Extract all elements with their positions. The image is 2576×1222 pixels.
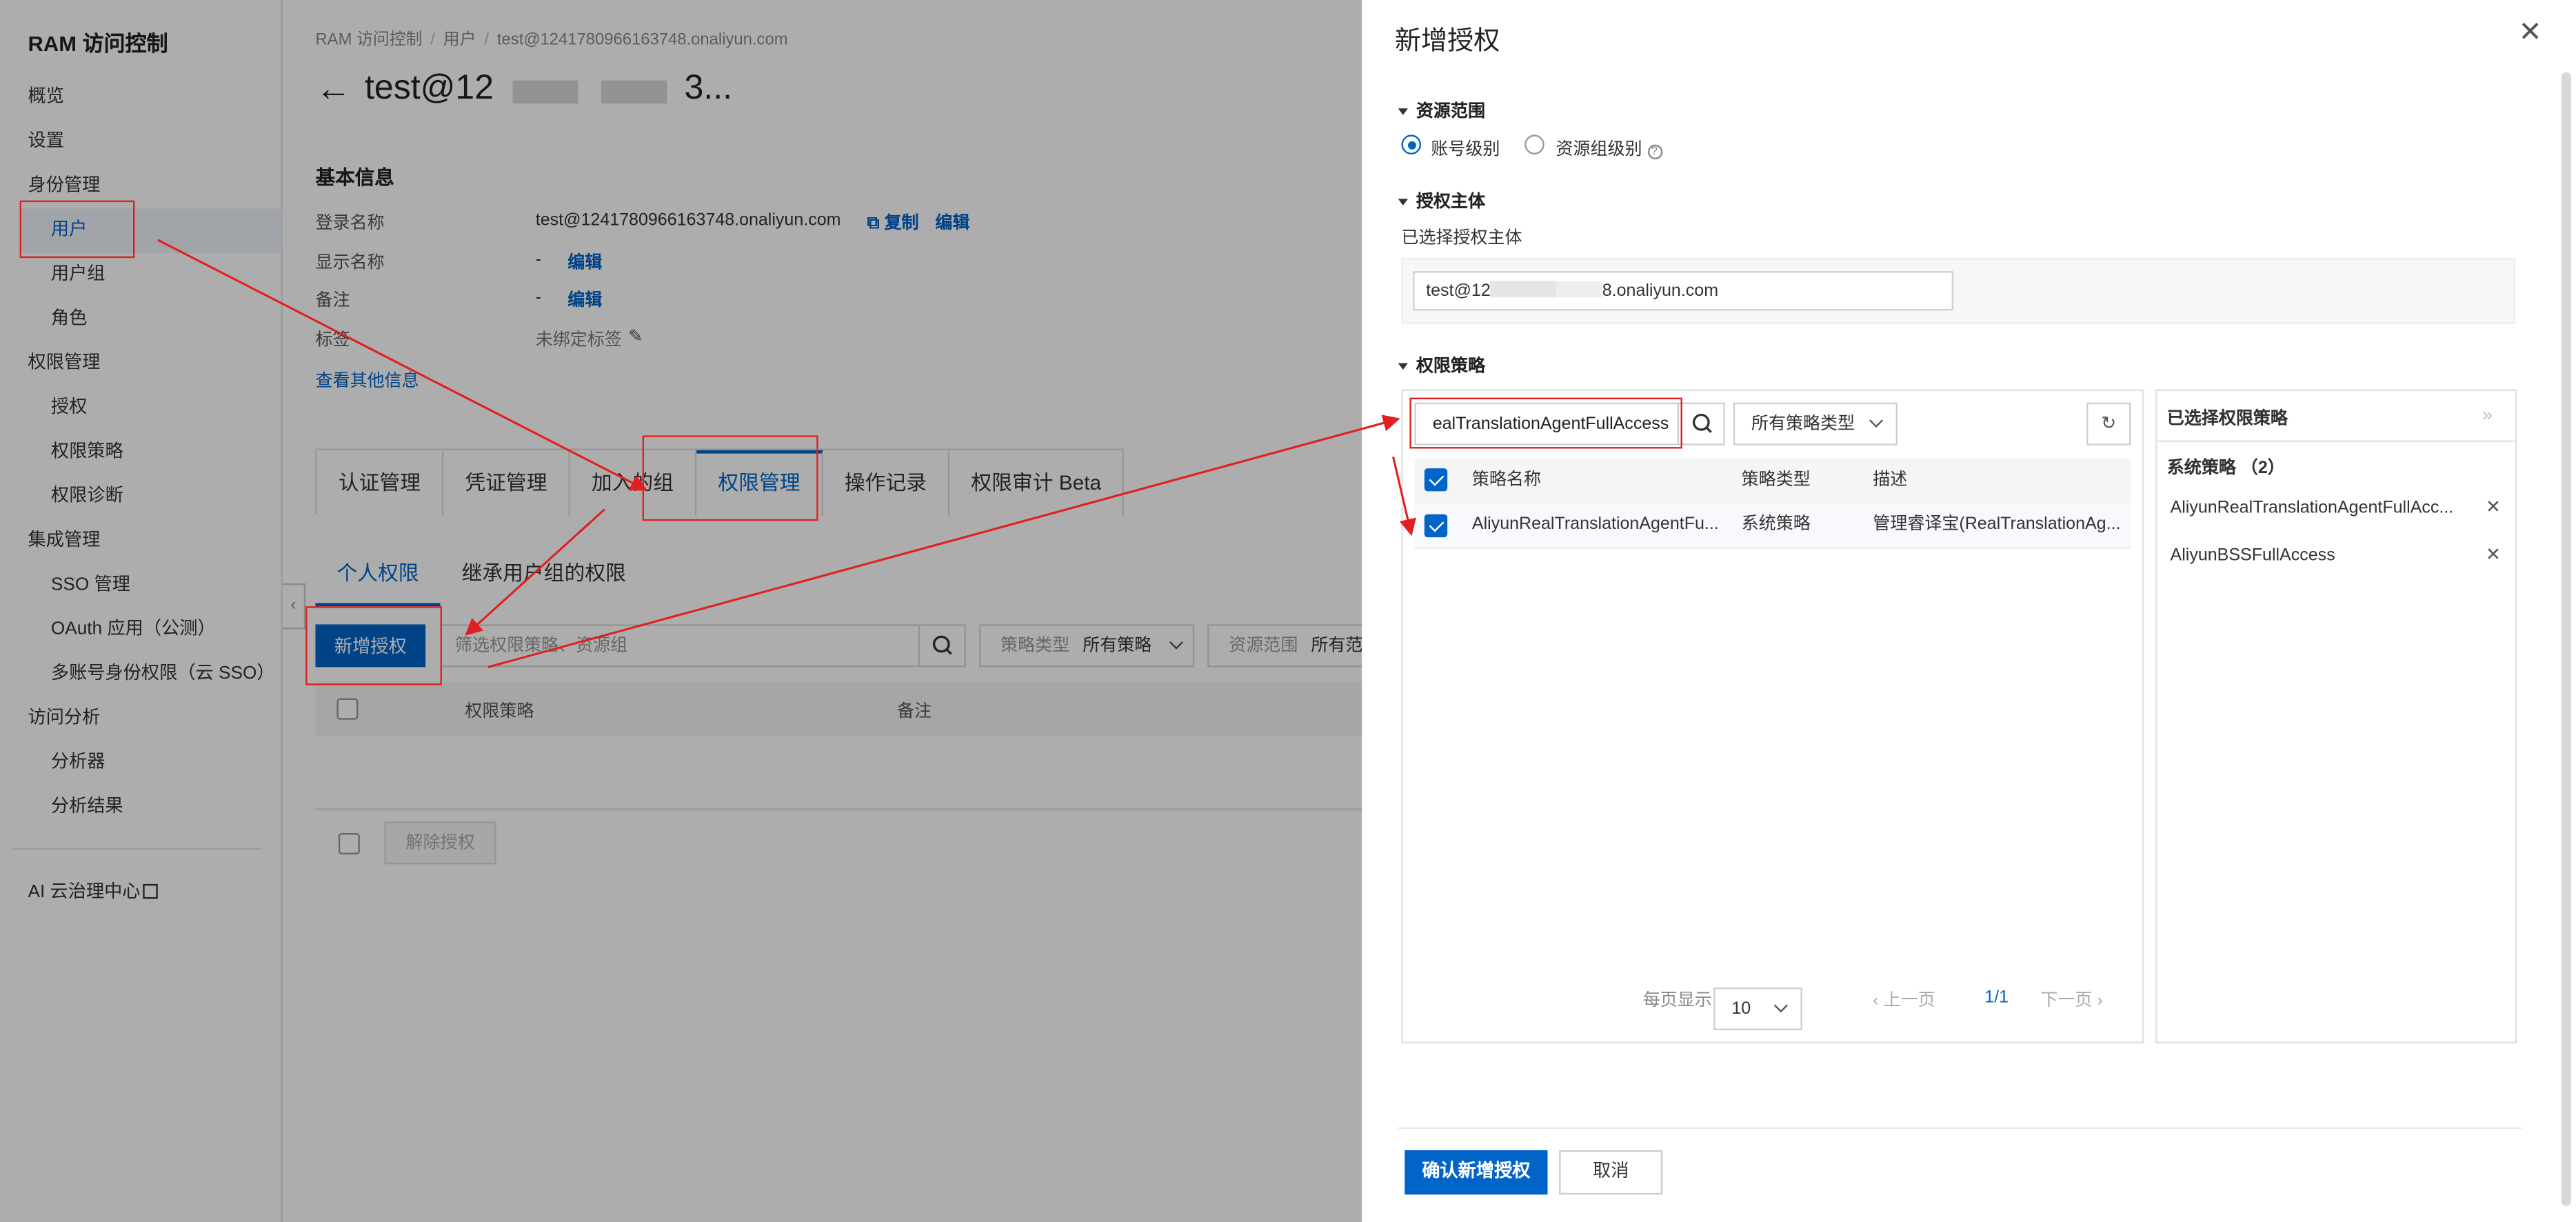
chevron-down-icon: [1773, 999, 1788, 1013]
scope-group-text: 资源组级别: [1556, 139, 1642, 160]
principal-heading-label: 授权主体: [1416, 192, 1485, 212]
column-policy-name: 策略名称: [1471, 470, 1541, 490]
next-label: 下一页: [2040, 990, 2093, 1011]
selected-panel-divider: [2157, 440, 2515, 442]
search-icon: [1692, 413, 1712, 433]
confirm-authorization-button[interactable]: 确认新增授权: [1405, 1150, 1548, 1195]
per-page-label: 每页显示: [1642, 990, 1712, 1011]
scope-account-radio[interactable]: [1401, 134, 1422, 154]
close-icon[interactable]: ✕: [2519, 17, 2542, 50]
resource-scope-heading-label: 资源范围: [1416, 101, 1485, 122]
page-indicator: 1/1: [1984, 988, 2009, 1008]
policy-type-select-value: 所有策略类型: [1751, 414, 1855, 434]
per-page-value: 10: [1731, 999, 1751, 1019]
annotation-box-add-button: [305, 606, 442, 685]
policy-search-button[interactable]: [1677, 402, 1725, 445]
scrollbar[interactable]: [2561, 72, 2571, 1206]
row-checkbox[interactable]: [1424, 514, 1448, 538]
annotation-box-search: [1409, 397, 1682, 449]
scope-group-label: 资源组级别?: [1556, 137, 1662, 161]
expand-icon[interactable]: »: [2482, 406, 2493, 426]
policy-type-select[interactable]: 所有策略类型: [1733, 402, 1898, 445]
remove-icon[interactable]: ✕: [2486, 497, 2501, 518]
policy-heading-label: 权限策略: [1416, 357, 1485, 377]
resource-scope-heading: 资源范围: [1398, 99, 1485, 123]
selected-policy-item: AliyunRealTranslationAgentFullAcc...: [2170, 497, 2454, 518]
refresh-icon: ↻: [2101, 414, 2117, 434]
policy-heading: 权限策略: [1398, 353, 1485, 378]
annotation-box-users: [19, 200, 135, 259]
chevron-right-icon: ›: [2092, 990, 2103, 1011]
scope-account-label: 账号级别: [1431, 139, 1500, 160]
principal-selected-label: 已选择授权主体: [1401, 228, 1522, 248]
selected-policies-heading: 已选择权限策略: [2166, 409, 2288, 429]
principal-heading: 授权主体: [1398, 189, 1485, 214]
drawer-title: 新增授权: [1394, 28, 1500, 57]
principal-prefix: test@12: [1426, 281, 1491, 301]
annotation-box-permission-tab: [642, 435, 818, 521]
redacted-block: [1490, 281, 1557, 298]
row-policy-type: 系统策略: [1741, 514, 1811, 534]
footer-divider: [1398, 1127, 2522, 1129]
chevron-down-icon: [1869, 413, 1884, 428]
principal-suffix: 8.onaliyun.com: [1602, 281, 1719, 301]
caret-down-icon: [1398, 199, 1408, 206]
prev-page-button[interactable]: ‹ 上一页: [1873, 988, 1935, 1012]
help-icon[interactable]: ?: [1647, 144, 1662, 160]
refresh-button[interactable]: ↻: [2086, 402, 2131, 445]
cancel-button[interactable]: 取消: [1559, 1150, 1663, 1195]
column-description: 描述: [1873, 470, 1908, 490]
policy-table-header: 策略名称 策略类型 描述: [1414, 458, 2131, 503]
selected-policies-panel: [2155, 389, 2517, 1044]
per-page-select[interactable]: 10: [1713, 988, 1802, 1030]
scope-group-radio[interactable]: [1525, 134, 1544, 154]
prev-label: 上一页: [1883, 990, 1935, 1011]
selected-group-heading: 系统策略 （2）: [2166, 458, 2285, 479]
row-description: 管理睿译宝(RealTranslationAg...: [1873, 514, 2121, 534]
select-all-checkbox[interactable]: [1424, 468, 1448, 492]
add-authorization-drawer: 新增授权 ✕ 资源范围 账号级别 资源组级别? 授权主体 已选择授权主体 tes…: [1362, 0, 2576, 1222]
caret-down-icon: [1398, 108, 1408, 115]
remove-icon[interactable]: ✕: [2486, 544, 2501, 565]
caret-down-icon: [1398, 363, 1408, 370]
selected-policy-item: AliyunBSSFullAccess: [2170, 545, 2335, 565]
column-policy-type: 策略类型: [1741, 470, 1811, 490]
next-page-button[interactable]: 下一页 ›: [2040, 988, 2102, 1012]
modal-overlay[interactable]: [0, 0, 1362, 1222]
chevron-left-icon: ‹: [1873, 990, 1884, 1011]
table-row[interactable]: AliyunRealTranslationAgentFu... 系统策略 管理睿…: [1414, 503, 2131, 549]
redacted-block: [1556, 281, 1602, 298]
principal-field[interactable]: test@12 8.onaliyun.com: [1413, 271, 1954, 311]
row-policy-name: AliyunRealTranslationAgentFu...: [1471, 514, 1719, 534]
